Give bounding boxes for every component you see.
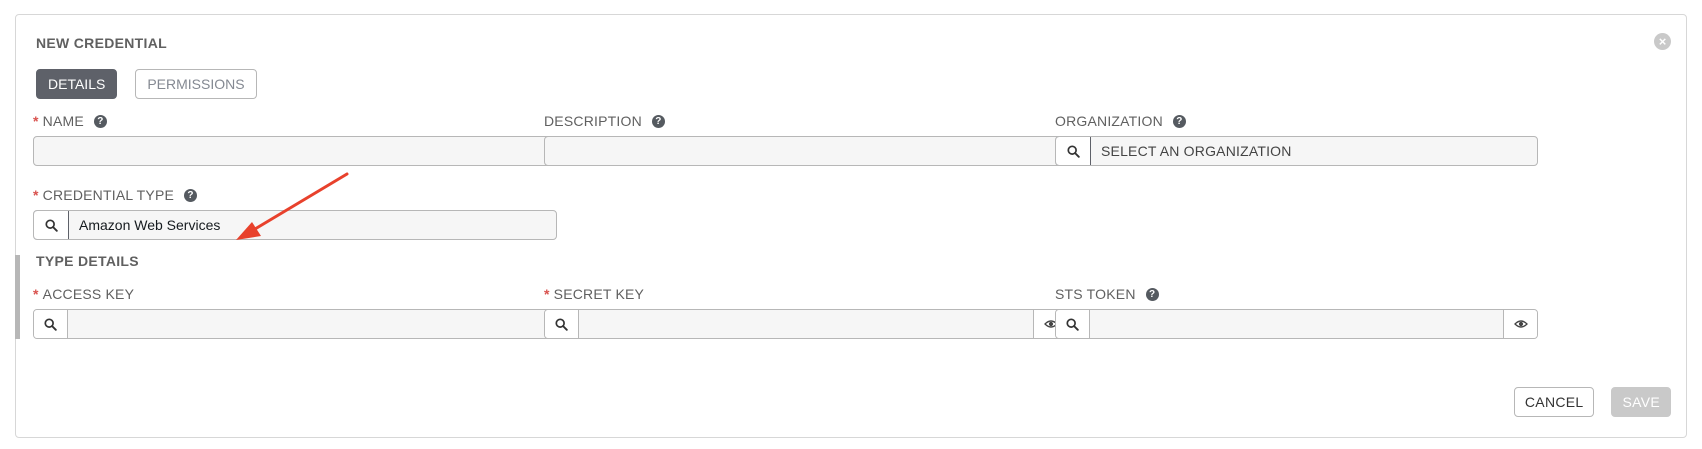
access-key-label: ACCESS KEY — [42, 286, 135, 302]
tab-permissions[interactable]: PERMISSIONS — [135, 69, 257, 99]
new-credential-panel: NEW CREDENTIAL × DETAILS PERMISSIONS * N… — [15, 14, 1687, 438]
required-asterisk: * — [33, 113, 39, 129]
help-icon[interactable]: ? — [184, 188, 198, 202]
required-asterisk: * — [544, 286, 550, 302]
help-icon[interactable]: ? — [1172, 114, 1186, 128]
description-label: DESCRIPTION — [544, 113, 642, 129]
eye-icon[interactable] — [1503, 310, 1537, 338]
panel-title: NEW CREDENTIAL — [36, 35, 167, 51]
cancel-button[interactable]: CANCEL — [1513, 387, 1595, 417]
secret-key-field: * SECRET KEY — [544, 285, 1068, 339]
name-label: NAME — [42, 113, 84, 129]
search-icon[interactable] — [34, 310, 68, 338]
tab-details[interactable]: DETAILS — [36, 69, 118, 99]
save-button[interactable]: SAVE — [1611, 387, 1671, 417]
organization-label: ORGANIZATION — [1055, 113, 1163, 129]
credential-type-field: * CREDENTIAL TYPE ? — [33, 186, 557, 240]
search-icon[interactable] — [1056, 137, 1091, 165]
access-key-input[interactable] — [68, 310, 556, 338]
close-icon[interactable]: × — [1654, 33, 1671, 50]
search-icon[interactable] — [1056, 310, 1090, 338]
sts-token-label: STS TOKEN — [1055, 286, 1136, 302]
access-key-field: * ACCESS KEY — [33, 285, 557, 339]
credential-type-input[interactable] — [69, 211, 556, 239]
description-field: DESCRIPTION ? — [544, 112, 1068, 166]
name-field: * NAME ? — [33, 112, 557, 166]
search-icon[interactable] — [545, 310, 579, 338]
help-icon[interactable]: ? — [1145, 287, 1159, 301]
credential-type-label: CREDENTIAL TYPE — [42, 187, 175, 203]
required-asterisk: * — [33, 286, 39, 302]
sts-token-input[interactable] — [1090, 310, 1503, 338]
description-input[interactable] — [545, 137, 1067, 165]
help-icon[interactable]: ? — [93, 114, 107, 128]
name-input[interactable] — [34, 137, 556, 165]
secret-key-input[interactable] — [579, 310, 1033, 338]
section-indicator — [15, 255, 20, 339]
required-asterisk: * — [33, 187, 39, 203]
secret-key-label: SECRET KEY — [553, 286, 645, 302]
tab-bar: DETAILS PERMISSIONS — [36, 69, 257, 99]
search-icon[interactable] — [34, 211, 69, 239]
form-actions: CANCEL SAVE — [1513, 387, 1671, 417]
type-details-title: TYPE DETAILS — [36, 253, 139, 269]
sts-token-field: STS TOKEN ? — [1055, 285, 1538, 339]
help-icon[interactable]: ? — [651, 114, 665, 128]
organization-field: ORGANIZATION ? — [1055, 112, 1538, 166]
organization-input[interactable] — [1091, 137, 1537, 165]
